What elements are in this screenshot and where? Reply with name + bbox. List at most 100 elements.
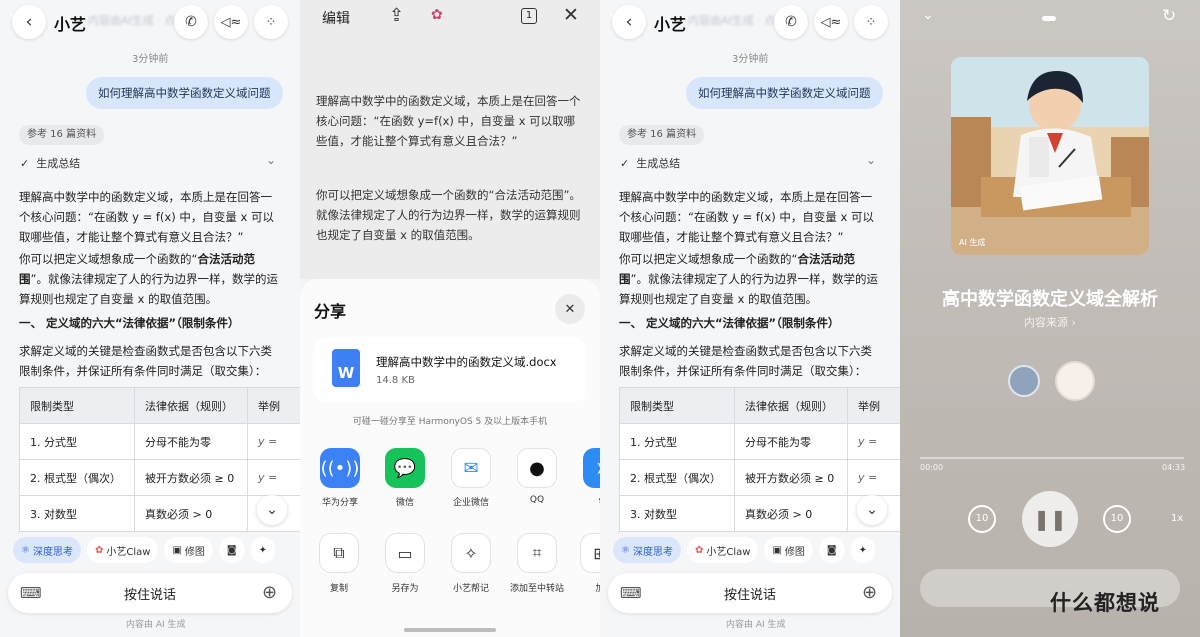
scroll-down-button[interactable]: ⌄ [257,495,287,525]
camera-button[interactable]: ◙ [218,537,245,563]
table-header: 举例 [247,387,300,424]
voice-input-bar[interactable]: 按住说话 [8,573,292,613]
chevron-left-icon: ‹ [25,12,33,32]
table-cell: 分母不能为零 [734,423,848,460]
voice-input-bar[interactable]: 按住说话 [608,573,892,613]
camera-button[interactable]: ◙ [818,537,845,563]
table-row: 1. 分式型 分母不能为零 y = [19,423,300,460]
section-heading: 一、 定义域的六大“法律依据”（限制条件） [619,316,840,330]
rewind-10-button[interactable]: 10 [968,505,996,533]
summary-toggle[interactable]: ✓ 生成总结 [20,155,80,171]
speaker-icon: ◁≈ [220,14,242,30]
answer-para-1: 理解高中数学中的函数定义域，本质上是在回答一个核心问题：“在函数 y = f(x… [19,190,274,244]
back-button[interactable]: ‹ [612,5,646,39]
speaker-button[interactable]: ◁≈ [814,5,848,39]
deep-think-button[interactable]: ⚛ 深度思考 [613,537,681,563]
share-title: 分享 [314,302,347,321]
sparkle-button[interactable]: ✦ [250,537,275,563]
table-cell: 真数必须 > 0 [134,495,248,532]
chat-title: 小艺 [654,15,687,34]
time-elapsed: 00:00 [920,463,944,472]
collapse-icon[interactable]: ⌄ [922,7,934,23]
voice-label: 按住说话 [723,587,776,603]
answer-para-2: 你可以把定义域想象成一个函数的“合法活动范围”。就像法律规定了人的行为边界一样，… [619,252,878,306]
claw-icon: ✿ [94,544,104,556]
table-header: 举例 [847,387,900,424]
back-button[interactable]: ‹ [12,5,46,39]
scroll-down-button[interactable]: ⌄ [857,495,887,525]
action-save-as[interactable]: ▭ 另存为 [375,533,435,594]
keyboard-icon[interactable]: ⌨ [620,584,642,602]
keyboard-icon[interactable]: ⌨ [20,584,42,602]
cover-art: AI 生成 [951,57,1149,255]
app-wework[interactable]: ✉ 企业微信 [449,448,493,508]
close-sheet-button[interactable]: ✕ [555,294,585,324]
reference-chip[interactable]: 参考 16 篇资料 [19,125,105,145]
table-row: 2. 根式型（偶次） 被开方数必须 ≥ 0 y = [19,459,300,496]
call-button[interactable]: ✆ [174,5,208,39]
chevron-down-icon[interactable]: ⌄ [866,153,876,167]
chevron-down-icon[interactable]: ⌄ [266,153,276,167]
reference-chip[interactable]: 参考 16 篇资料 [619,125,705,145]
speed-button[interactable]: 1x [1171,513,1183,524]
claw-button[interactable]: ✿ 小艺Claw [86,537,159,563]
chevron-down-icon: ⌄ [266,502,278,518]
forward-10-button[interactable]: 10 [1103,505,1131,533]
action-more[interactable]: ⊞ 加 [570,533,600,594]
watermark-text: 什么都想说 [1050,591,1160,615]
table-cell: 2. 根式型（偶次） [19,459,135,496]
doc-paragraph-1: 理解高中数学中的函数定义域，本质上是在回答一个核心问题：“在函数 y=f(x) … [316,94,581,148]
table-cell: 1. 分式型 [19,423,135,460]
plus-icon[interactable]: ⊕ [262,582,277,603]
edit-button[interactable]: 编辑 [322,8,350,28]
timestamp: 3分钟前 [132,54,169,65]
content-source-link[interactable]: 内容来源 › [900,314,1200,330]
copy-icon: ⧉ [319,533,359,573]
app-wechat[interactable]: 💬 微信 [383,448,427,508]
page-count[interactable]: 1 [521,8,537,24]
progress-track[interactable] [920,457,1184,459]
pause-icon: ❚❚ [1033,507,1067,531]
edit-image-button[interactable]: ▣ 修图 [164,537,213,563]
call-button[interactable]: ✆ [774,5,808,39]
deep-think-button[interactable]: ⚛ 深度思考 [13,537,81,563]
wework-icon: ✉ [451,448,491,488]
plus-icon[interactable]: ⊕ [862,582,877,603]
sparkle-button[interactable]: ✦ [850,537,875,563]
claw-button[interactable]: ✿ 小艺Claw [686,537,759,563]
app-dingtalk[interactable]: ➤钉 [581,448,600,508]
timestamp: 3分钟前 [732,54,769,65]
pause-button[interactable]: ❚❚ [1022,491,1078,547]
more-action-icon: ⊞ [580,533,600,573]
chevron-down-icon: ⌄ [866,502,878,518]
host-avatar-female[interactable] [1055,361,1095,401]
action-copy[interactable]: ⧉ 复制 [309,533,369,594]
summary-toggle[interactable]: ✓ 生成总结 [620,155,680,171]
atom-icon: ⚛ [21,544,30,556]
close-icon[interactable]: ✕ [563,4,579,26]
share-icon[interactable]: ↻ [1162,6,1176,26]
edit-image-button[interactable]: ▣ 修图 [764,537,813,563]
image-icon: ▣ [772,544,782,556]
file-name: 理解高中数学中的函数定义域.docx [376,355,557,369]
camera-icon: ◙ [826,544,837,556]
table-cell: 真数必须 > 0 [734,495,848,532]
app-huawei-share[interactable]: ((•)) 华为分享 [318,448,362,508]
tool-bar: ⚛ 深度思考 ✿ 小艺Claw ▣ 修图 ◙ ✦ [613,536,875,564]
more-icon: ⁘ [265,14,277,30]
claw-icon: ✿ [694,544,704,556]
action-transfer-station[interactable]: ⌗ 添加至中转站 [507,533,567,594]
qq-icon: ● [517,448,557,488]
speaker-button[interactable]: ◁≈ [214,5,248,39]
file-card[interactable]: W 理解高中数学中的函数定义域.docx 14.8 KB [314,338,586,402]
app-qq[interactable]: ● QQ [515,448,559,505]
ai-assistant-icon[interactable]: ✿ [431,7,443,23]
summary-label: 生成总结 [636,157,681,170]
more-button[interactable]: ⁘ [254,5,288,39]
home-indicator [404,628,496,632]
host-avatar-male[interactable] [1008,365,1040,397]
upload-cloud-icon[interactable]: ⇪ [389,5,404,26]
more-button[interactable]: ⁘ [854,5,888,39]
action-xiaoyi-note[interactable]: ✧ 小艺帮记 [441,533,501,594]
user-message: 如何理解高中数学函数定义域问题 [686,77,883,109]
